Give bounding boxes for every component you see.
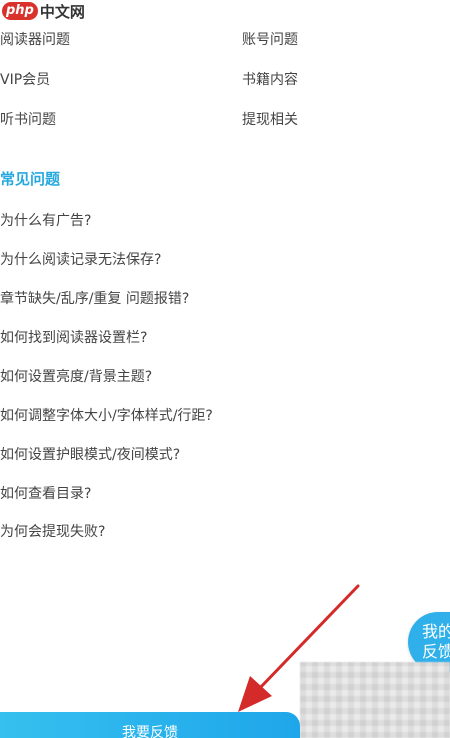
category-reader[interactable]: 阅读器问题	[0, 29, 70, 49]
category-audiobook[interactable]: 听书问题	[0, 109, 56, 129]
faq-item[interactable]: 如何设置护眼模式/夜间模式?	[0, 444, 180, 464]
faq-item[interactable]: 如何设置亮度/背景主题?	[0, 366, 152, 386]
help-center-page: php 中文网 阅读器问题 账号问题 VIP会员 书籍内容 听书问题 提现相关 …	[0, 0, 450, 738]
category-book-content[interactable]: 书籍内容	[242, 69, 298, 89]
submit-feedback-button[interactable]: 我要反馈	[0, 712, 300, 738]
submit-feedback-label: 我要反馈	[122, 725, 178, 738]
category-withdrawal[interactable]: 提现相关	[242, 109, 298, 129]
faq-item[interactable]: 为什么阅读记录无法保存?	[0, 249, 161, 269]
category-account[interactable]: 账号问题	[242, 29, 298, 49]
faq-item[interactable]: 如何调整字体大小/字体样式/行距?	[0, 405, 213, 425]
faq-item[interactable]: 章节缺失/乱序/重复 问题报错?	[0, 288, 189, 308]
faq-item[interactable]: 为何会提现失败?	[0, 521, 105, 541]
blurred-watermark-area	[300, 662, 450, 738]
faq-item[interactable]: 如何找到阅读器设置栏?	[0, 327, 147, 347]
faq-section-title: 常见问题	[0, 170, 61, 188]
my-feedback-line1: 我的	[422, 622, 450, 641]
watermark-text: 中文网	[39, 2, 85, 21]
faq-item[interactable]: 如何查看目录?	[0, 483, 91, 503]
my-feedback-line2: 反馈	[422, 642, 450, 661]
faq-item[interactable]: 为什么有广告?	[0, 210, 91, 230]
category-vip[interactable]: VIP会员	[0, 69, 50, 89]
watermark-badge: php	[2, 2, 38, 20]
watermark-logo: php 中文网	[2, 0, 85, 22]
